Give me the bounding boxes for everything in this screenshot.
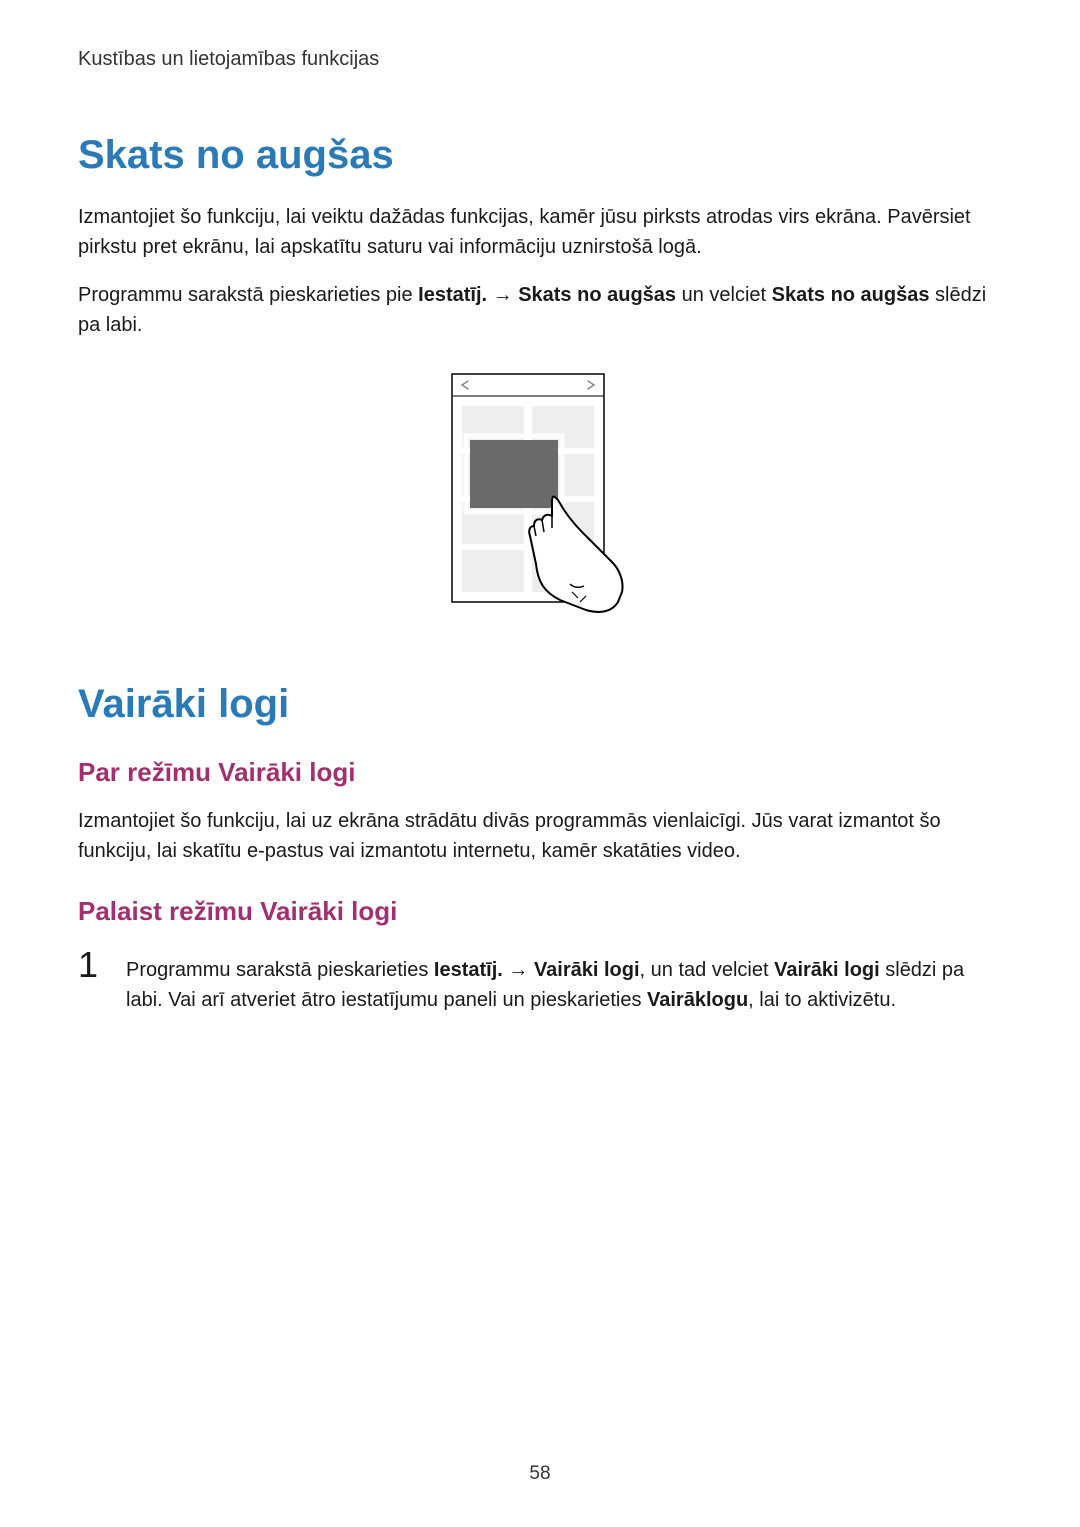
breadcrumb: Kustības un lietojamības funkcijas [78,48,1002,71]
p2-arrow: → [487,284,518,306]
paragraph-1: Izmantojiet šo funkciju, lai veiktu dažā… [78,202,1002,262]
p2-mid: un velciet [676,284,772,306]
s1-b3: Vairāki logi [774,959,880,981]
s1-mid1: , un tad velciet [640,959,775,981]
subheading-par-rezimu: Par režīmu Vairāki logi [78,757,1002,788]
p2-bold-skats1: Skats no augšas [518,284,676,306]
step-1-text: Programmu sarakstā pieskarieties Iestatī… [126,947,1002,1015]
s1-b2: Vairāki logi [534,959,640,981]
subheading-palaist-rezimu: Palaist režīmu Vairāki logi [78,896,1002,927]
s1-pre: Programmu sarakstā pieskarieties [126,959,434,981]
p2-bold-iestatij: Iestatīj. [418,284,487,306]
page-number: 58 [0,1463,1080,1485]
heading-skats-no-augsas: Skats no augšas [78,133,1002,178]
paragraph-sub1: Izmantojiet šo funkciju, lai uz ekrāna s… [78,806,1002,866]
heading-vairaki-logi: Vairāki logi [78,682,1002,727]
step-1: 1 Programmu sarakstā pieskarieties Iesta… [78,947,1002,1015]
p2-text: Programmu sarakstā pieskarieties pie [78,284,418,306]
p2-bold-skats2: Skats no augšas [772,284,930,306]
s1-post: , lai to aktivizētu. [748,989,896,1011]
s1-arrow: → [503,959,534,981]
s1-b1: Iestatīj. [434,959,503,981]
s1-b4: Vairāklogu [647,989,748,1011]
paragraph-2: Programmu sarakstā pieskarieties pie Ies… [78,280,1002,340]
illustration-hover-preview [78,372,1002,632]
step-number-1: 1 [78,947,108,983]
